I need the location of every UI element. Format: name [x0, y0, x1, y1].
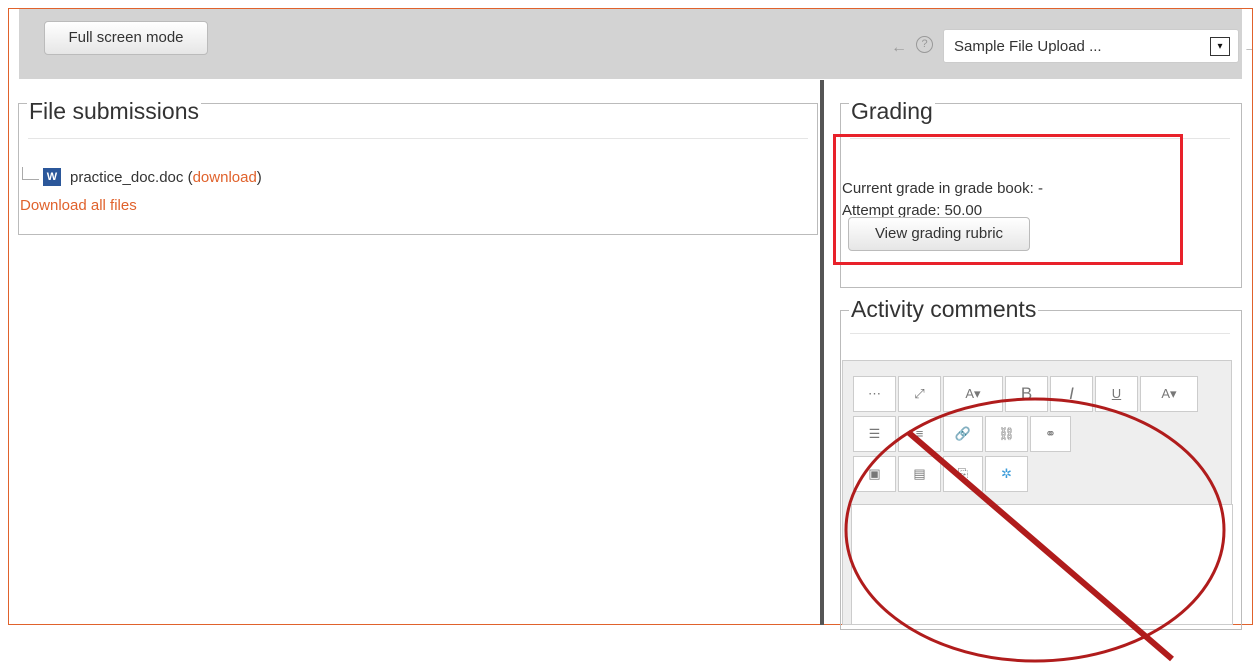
paste-icon[interactable]: ⎘: [943, 456, 983, 492]
image-icon[interactable]: ▣: [853, 456, 896, 492]
numbered-list-icon[interactable]: ≡: [898, 416, 941, 452]
activity-comments-rule: [850, 333, 1230, 334]
font-size-icon[interactable]: A▾: [943, 376, 1003, 412]
previous-arrow-icon[interactable]: ←: [891, 39, 907, 57]
italic-icon[interactable]: I: [1050, 376, 1093, 412]
bold-icon[interactable]: B: [1005, 376, 1048, 412]
pane-splitter[interactable]: [820, 80, 824, 625]
paren-open: (: [183, 168, 193, 186]
assignment-select-value: Sample File Upload ...: [954, 38, 1102, 55]
top-toolbar: Full screen mode ← ? Sample File Upload …: [19, 9, 1252, 79]
bullet-list-icon[interactable]: ☰: [853, 416, 896, 452]
grading-legend: Grading: [849, 98, 935, 125]
anchor-icon[interactable]: ⚭: [1030, 416, 1071, 452]
comment-text-area[interactable]: [851, 504, 1233, 625]
chevron-down-icon[interactable]: ▾: [1210, 37, 1230, 56]
activity-comments-legend: Activity comments: [849, 296, 1039, 323]
text-color-icon[interactable]: A▾: [1140, 376, 1198, 412]
unlink-icon[interactable]: ⛓: [985, 416, 1028, 452]
file-submissions-rule: [28, 138, 808, 139]
underline-icon[interactable]: U: [1095, 376, 1138, 412]
current-grade-text: Current grade in grade book: -: [842, 180, 1043, 197]
help-icon[interactable]: ?: [916, 36, 933, 53]
file-entry: W practice_doc.doc ( download ): [22, 166, 262, 186]
download-link[interactable]: download: [193, 169, 257, 186]
media-icon[interactable]: ▤: [898, 456, 941, 492]
fullscreen-editor-icon[interactable]: ⤢: [898, 376, 941, 412]
spellcheck-icon[interactable]: ✲: [985, 456, 1028, 492]
full-screen-button[interactable]: Full screen mode: [44, 21, 208, 55]
tree-connector: [22, 166, 39, 180]
paren-close: ): [256, 168, 262, 186]
download-all-link[interactable]: Download all files: [20, 197, 137, 214]
file-name[interactable]: practice_doc.doc: [70, 169, 183, 186]
toolbar-toggle-icon[interactable]: ⋯: [853, 376, 896, 412]
word-document-icon: W: [43, 168, 61, 186]
view-grading-rubric-button[interactable]: View grading rubric: [848, 217, 1030, 251]
link-icon[interactable]: 🔗: [943, 416, 983, 452]
assignment-select[interactable]: Sample File Upload ... ▾: [943, 29, 1239, 63]
next-arrow-icon[interactable]: →: [1243, 39, 1252, 57]
file-submissions-legend: File submissions: [27, 98, 201, 125]
